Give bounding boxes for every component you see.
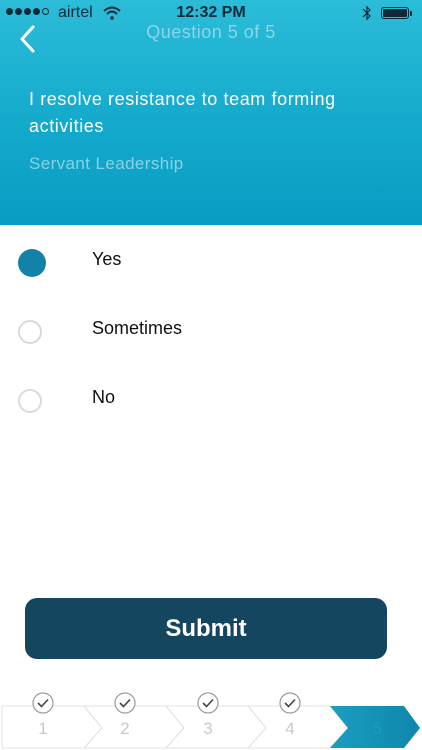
radio-button-selected[interactable] bbox=[18, 249, 46, 277]
progress-step-2[interactable]: 2 bbox=[110, 719, 140, 739]
question-header: airtel 12:32 PM Question 5 of 5 I resolv… bbox=[0, 0, 422, 225]
option-label: Sometimes bbox=[92, 318, 183, 338]
option-sometimes[interactable]: Sometimes bbox=[0, 306, 422, 356]
progress-step-4[interactable]: 4 bbox=[275, 719, 305, 739]
progress-step-5[interactable]: 5 bbox=[362, 719, 392, 739]
progress-step-1[interactable]: 1 bbox=[28, 719, 58, 739]
battery-icon bbox=[381, 7, 412, 19]
option-no[interactable]: No bbox=[0, 375, 422, 425]
status-time: 12:32 PM bbox=[176, 4, 246, 21]
check-icon bbox=[114, 692, 136, 714]
option-yes[interactable]: Yes bbox=[0, 237, 422, 287]
question-text: I resolve resistance to team forming act… bbox=[29, 89, 336, 136]
option-label: No bbox=[92, 387, 116, 407]
check-icon bbox=[32, 692, 54, 714]
bluetooth-icon bbox=[362, 5, 371, 21]
submit-button[interactable]: Submit bbox=[25, 598, 387, 659]
radio-button[interactable] bbox=[18, 389, 42, 413]
page-title: Question 5 of 5 bbox=[146, 22, 276, 42]
progress-step-3[interactable]: 3 bbox=[193, 719, 223, 739]
option-label: Yes bbox=[92, 249, 122, 269]
question-category: Servant Leadership bbox=[29, 154, 184, 173]
check-icon bbox=[197, 692, 219, 714]
check-icon bbox=[279, 692, 301, 714]
radio-button[interactable] bbox=[18, 320, 42, 344]
